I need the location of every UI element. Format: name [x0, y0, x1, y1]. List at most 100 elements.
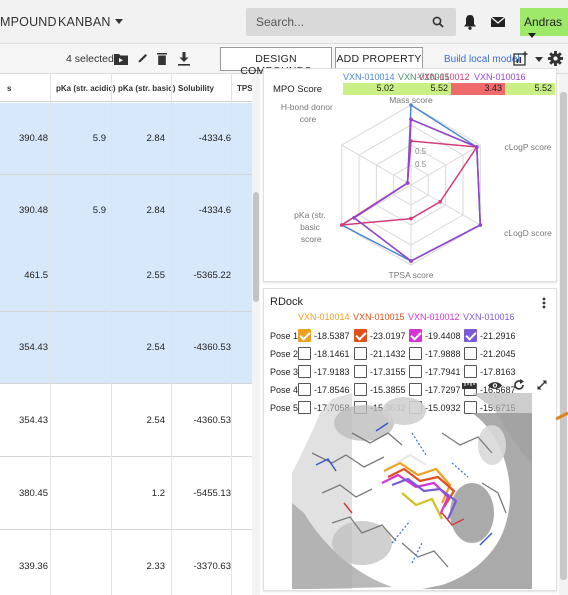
mpo-compound-label: VXN-010016: [474, 72, 526, 82]
pose-score: -21.2916: [480, 331, 516, 341]
eye-icon[interactable]: [488, 381, 502, 390]
reset-icon[interactable]: [513, 379, 525, 391]
mpo-score-cell: 5.52: [505, 83, 555, 95]
radar-tick-label: 0.5: [415, 160, 427, 169]
cell-solubility: -5365.22: [193, 270, 231, 281]
grid-scrollbar[interactable]: [252, 74, 260, 595]
pose-checkbox[interactable]: [409, 329, 422, 342]
table-row[interactable]: 354.43 2.54 -4360.53: [0, 385, 252, 457]
pose-checkbox[interactable]: [354, 365, 367, 378]
more-vert-icon[interactable]: [542, 297, 546, 309]
pose-checkbox[interactable]: [464, 365, 477, 378]
mpo-score-label: MPO Score: [273, 84, 323, 95]
build-local-model-link[interactable]: Build local model: [444, 54, 520, 65]
column-header-solubility[interactable]: Solubility: [178, 84, 214, 93]
search-input[interactable]: [246, 8, 426, 36]
radar-point: [478, 223, 483, 227]
pose-checkbox[interactable]: [464, 329, 477, 342]
pose-checkbox[interactable]: [354, 347, 367, 360]
pose-checkbox[interactable]: [298, 329, 311, 342]
pose-score: -17.8163: [480, 367, 516, 377]
mpo-score-cell: 3.43: [451, 83, 505, 95]
pointer-arrow-icon: [556, 411, 568, 421]
table-row[interactable]: 339.36 2.33 -3370.63: [0, 531, 252, 595]
pose-checkbox[interactable]: [354, 329, 367, 342]
search-box: [246, 8, 456, 36]
table-row[interactable]: 390.48 5.9 2.84 -4334.6: [0, 103, 252, 175]
mpo-score-cell: 5.02: [343, 83, 397, 95]
chevron-down-icon[interactable]: [535, 57, 543, 62]
table-row[interactable]: 354.43 2.54 -4360.53: [0, 312, 252, 384]
chart-add-icon[interactable]: [513, 51, 528, 66]
mail-icon[interactable]: [490, 16, 506, 28]
table-row[interactable]: 380.45 1.2 -5455.13: [0, 458, 252, 530]
rdock-compound-label: VXN-010012: [408, 312, 460, 322]
cell-pka-basic: 2.55: [146, 270, 166, 281]
nav-compound[interactable]: MPOUND: [0, 15, 57, 29]
column-header-tpsa[interactable]: TPS: [237, 84, 252, 93]
rdock-panel: RDock VXN-010014 VXN-010015 VXN-010012 V…: [263, 288, 557, 591]
pose-score: -17.9888: [425, 349, 461, 359]
mpo-score-value: 5.52: [430, 83, 448, 93]
cell-mw: 354.43: [18, 415, 48, 426]
pencil-icon[interactable]: [137, 52, 149, 64]
compound-grid: s pKa (str. acidic) pKa (str. basic) Sol…: [0, 74, 252, 595]
pose-score: -17.3155: [370, 367, 406, 377]
pose-score: -21.1432: [370, 349, 406, 359]
mpo-panel: VXN-010014 VXN-010015 VXN-010012 VXN-010…: [263, 68, 557, 282]
radar-point: [405, 181, 410, 185]
ruler-icon[interactable]: [462, 382, 476, 390]
radar-tick-label: 0.5: [415, 147, 427, 156]
panel-scrollbar-thumb[interactable]: [560, 92, 567, 580]
rdock-compound-label: VXN-010014: [298, 312, 350, 322]
radar-axis-label: Mass score: [389, 96, 433, 105]
cell-pka-acidic: 5.9: [92, 133, 106, 144]
pose-score: -18.1461: [314, 349, 350, 359]
column-header-mw[interactable]: s: [7, 84, 11, 93]
cell-mw: 354.43: [18, 342, 48, 353]
user-menu-button[interactable]: Andras: [520, 8, 568, 38]
add-property-label: ADD PROPERTY: [336, 53, 422, 65]
pose-checkbox[interactable]: [409, 347, 422, 360]
search-icon[interactable]: [432, 16, 444, 28]
trash-icon[interactable]: [157, 52, 167, 65]
expand-icon[interactable]: [536, 379, 548, 391]
nav-kanban[interactable]: KANBAN: [58, 15, 123, 29]
cell-pka-basic: 2.84: [146, 205, 166, 216]
cell-pka-basic: 2.54: [146, 342, 166, 353]
radar-axis-label: cLogP score: [504, 142, 551, 152]
cell-solubility: -5455.13: [193, 488, 231, 499]
radar-point: [339, 223, 344, 227]
cell-mw: 390.48: [18, 205, 48, 216]
pose-checkbox[interactable]: [464, 347, 477, 360]
selected-count: 4 selected: [66, 53, 114, 65]
grid-scrollbar-thumb[interactable]: [253, 192, 259, 302]
pose-checkbox[interactable]: [298, 365, 311, 378]
cell-mw: 380.45: [18, 488, 48, 499]
cell-pka-basic: 2.84: [146, 133, 166, 144]
top-navbar: MPOUND KANBAN Andras: [0, 0, 568, 44]
panel-scrollbar[interactable]: [559, 74, 568, 595]
mpo-compound-label: VXN-010014: [343, 72, 395, 82]
table-row[interactable]: 461.5 2.55 -5365.22: [0, 240, 252, 312]
molecule-3d-viewer[interactable]: [292, 393, 532, 589]
nav-kanban-label: KANBAN: [58, 15, 111, 29]
pose-checkbox[interactable]: [409, 365, 422, 378]
bell-icon[interactable]: [463, 14, 477, 30]
column-header-pka-basic[interactable]: pKa (str. basic): [118, 84, 175, 93]
radar-point: [352, 216, 356, 220]
folder-move-icon[interactable]: [114, 53, 128, 65]
download-icon[interactable]: [178, 52, 190, 66]
radar-series-line: [352, 118, 482, 262]
pose-checkbox[interactable]: [298, 347, 311, 360]
chevron-down-icon: [114, 19, 123, 24]
mpo-score-value: 5.52: [534, 83, 552, 93]
radar-axis-label: pKa (str. basic score: [294, 210, 326, 244]
pose-label: Pose 2: [270, 349, 299, 359]
cell-pka-basic: 2.54: [146, 415, 166, 426]
gear-icon[interactable]: [548, 51, 563, 66]
column-header-pka-acidic[interactable]: pKa (str. acidic): [56, 84, 116, 93]
table-row[interactable]: 390.48 5.9 2.84 -4334.6: [0, 175, 252, 247]
cell-solubility: -4360.53: [193, 342, 231, 353]
column-divider: [111, 74, 112, 595]
